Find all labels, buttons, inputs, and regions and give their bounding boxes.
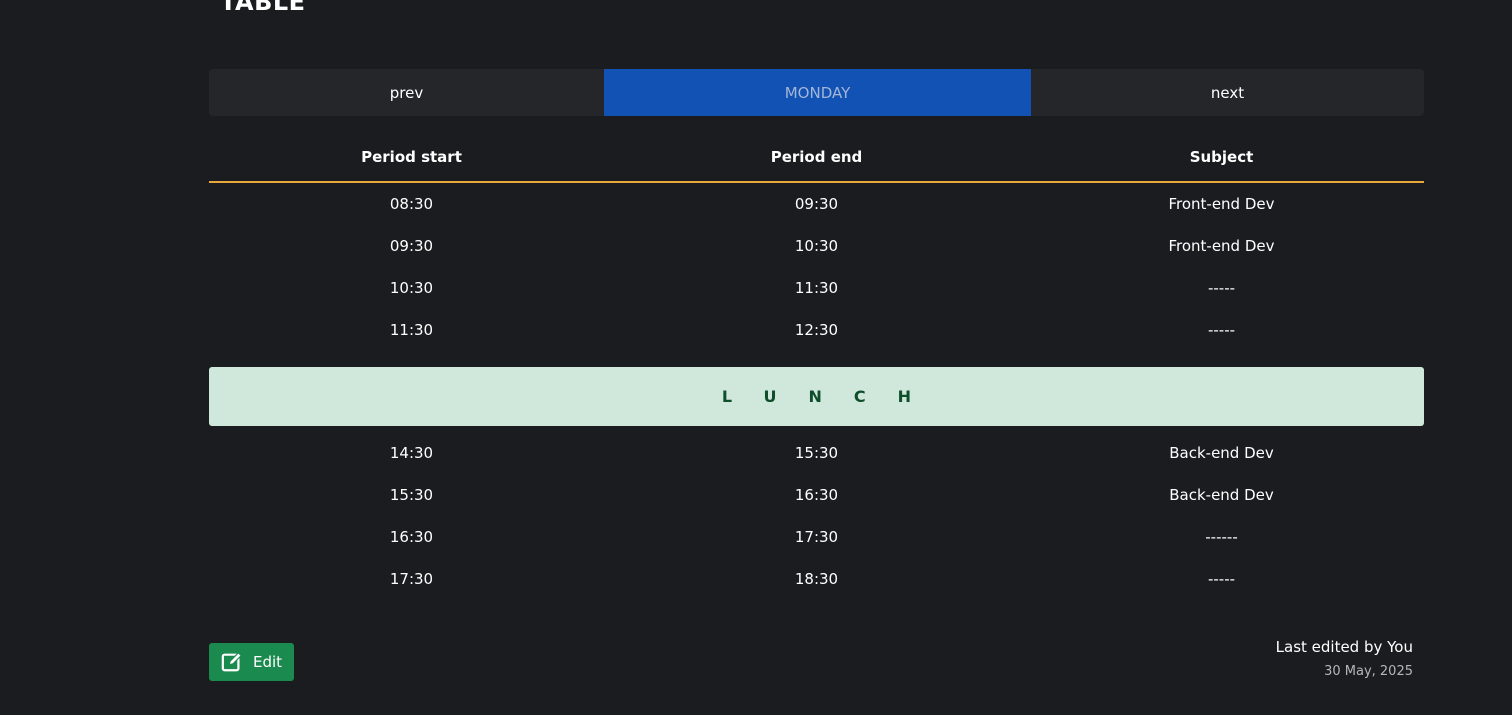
table-row: 14:30 15:30 Back-end Dev — [209, 432, 1424, 474]
table-body-afternoon: 14:30 15:30 Back-end Dev 15:30 16:30 Bac… — [209, 432, 1424, 600]
period-start-cell: 09:30 — [389, 237, 434, 255]
page-title: TABLE — [220, 0, 306, 16]
period-start-cell: 14:30 — [389, 444, 434, 462]
timetable: Period start Period end Subject 08:30 09… — [209, 136, 1424, 600]
last-edited-date: 30 May, 2025 — [1324, 664, 1413, 679]
table-row: 09:30 10:30 Front-end Dev — [209, 225, 1424, 267]
table-row: 08:30 09:30 Front-end Dev — [209, 183, 1424, 225]
last-edited-by: Last edited by You — [1275, 638, 1413, 656]
subject-cell: ------ — [1205, 528, 1238, 546]
next-day-button[interactable]: next — [1031, 69, 1424, 116]
period-start-cell: 15:30 — [389, 486, 434, 504]
period-start-cell: 16:30 — [389, 528, 434, 546]
period-start-cell: 08:30 — [389, 195, 434, 213]
subject-cell: ----- — [1207, 279, 1236, 297]
period-start-cell: 17:30 — [389, 570, 434, 588]
table-row: 11:30 12:30 ----- — [209, 309, 1424, 351]
period-end-cell: 10:30 — [794, 237, 839, 255]
period-end-cell: 12:30 — [794, 321, 839, 339]
table-row: 17:30 18:30 ----- — [209, 558, 1424, 600]
edit-icon — [221, 652, 242, 672]
period-end-cell: 11:30 — [794, 279, 839, 297]
subject-cell: Back-end Dev — [1169, 486, 1274, 504]
period-end-cell: 16:30 — [794, 486, 839, 504]
subject-cell: Front-end Dev — [1168, 195, 1275, 213]
subject-cell: ----- — [1207, 321, 1236, 339]
table-body-morning: 08:30 09:30 Front-end Dev 09:30 10:30 Fr… — [209, 183, 1424, 351]
table-row: 10:30 11:30 ----- — [209, 267, 1424, 309]
subject-cell: ----- — [1207, 570, 1236, 588]
prev-day-button[interactable]: prev — [209, 69, 604, 116]
edit-button[interactable]: Edit — [209, 643, 294, 681]
period-end-cell: 15:30 — [794, 444, 839, 462]
edit-button-label: Edit — [252, 653, 283, 671]
table-header: Period start Period end Subject — [209, 136, 1424, 183]
lunch-break-banner: LUNCH — [209, 367, 1424, 426]
period-end-cell: 17:30 — [794, 528, 839, 546]
last-edited-info: Last edited by You 30 May, 2025 — [1276, 638, 1413, 679]
period-start-cell: 10:30 — [389, 279, 434, 297]
table-row: 16:30 17:30 ------ — [209, 516, 1424, 558]
subject-cell: Front-end Dev — [1168, 237, 1275, 255]
header-period-end: Period end — [770, 147, 863, 166]
current-day-label: MONDAY — [604, 69, 1031, 116]
period-end-cell: 18:30 — [794, 570, 839, 588]
period-end-cell: 09:30 — [794, 195, 839, 213]
header-subject: Subject — [1189, 147, 1254, 166]
day-navigation: prev MONDAY next — [209, 69, 1424, 116]
period-start-cell: 11:30 — [389, 321, 434, 339]
table-row: 15:30 16:30 Back-end Dev — [209, 474, 1424, 516]
header-period-start: Period start — [361, 147, 462, 166]
subject-cell: Back-end Dev — [1169, 444, 1274, 462]
